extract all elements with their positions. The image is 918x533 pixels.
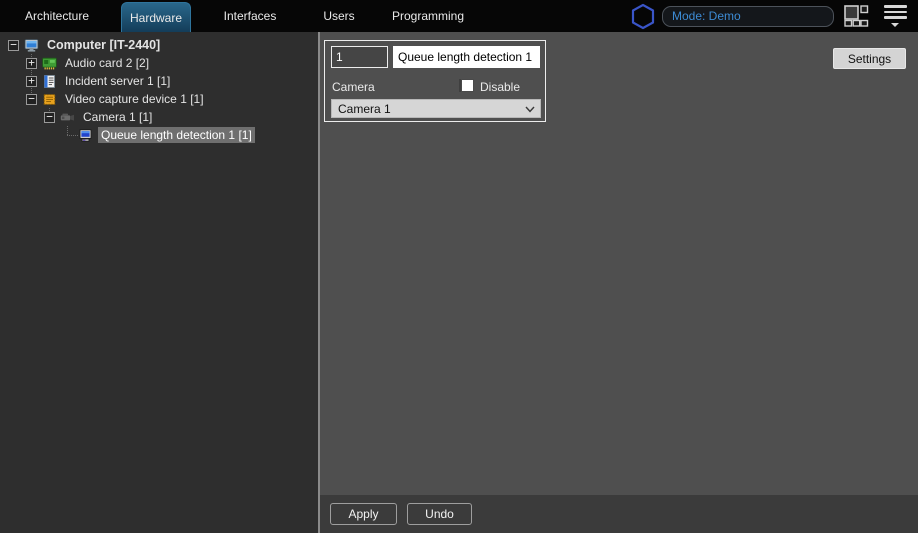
application-window: Architecture Hardware Interfaces Users P… <box>0 0 918 533</box>
camera-select-value: Camera 1 <box>338 101 391 116</box>
video-capture-icon <box>43 93 56 105</box>
tree-item-label[interactable]: Incident server 1 [1] <box>62 73 173 89</box>
audio-card-icon <box>42 57 57 69</box>
layout-grid-icon <box>844 5 869 27</box>
tree-item-computer[interactable]: − Computer [IT-2440] <box>0 36 318 54</box>
settings-panel: Camera Disable Camera 1 Settings Apply U… <box>320 32 918 533</box>
mode-label: Mode: Demo <box>672 9 741 23</box>
collapse-toggle-icon[interactable]: − <box>8 39 19 51</box>
tab-programming[interactable]: Programming <box>369 0 487 32</box>
tree-item-audio-card[interactable]: + Audio card 2 [2] <box>0 54 318 72</box>
tree-item-label[interactable]: Computer [IT-2440] <box>44 37 163 53</box>
tree-item-label[interactable]: Camera 1 [1] <box>80 109 155 125</box>
tab-interfaces[interactable]: Interfaces <box>191 0 309 32</box>
computer-icon <box>24 38 39 51</box>
camera-select[interactable]: Camera 1 <box>331 99 541 118</box>
hexagon-logo-icon <box>631 3 655 29</box>
chevron-down-icon <box>891 22 899 27</box>
settings-button[interactable]: Settings <box>833 48 906 69</box>
top-navbar: Architecture Hardware Interfaces Users P… <box>0 0 918 32</box>
collapse-toggle-icon[interactable]: − <box>26 93 37 105</box>
tab-users[interactable]: Users <box>309 0 369 32</box>
expand-toggle-icon[interactable]: + <box>26 75 37 87</box>
camera-label: Camera <box>332 80 375 94</box>
object-name-field[interactable] <box>393 46 540 68</box>
detection-settings-form: Camera Disable Camera 1 <box>324 40 546 122</box>
tree-item-video-capture-device[interactable]: − Video capture device 1 [1] <box>0 90 318 108</box>
tree-item-label[interactable]: Audio card 2 [2] <box>62 55 152 71</box>
tree-item-label[interactable]: Video capture device 1 [1] <box>62 91 207 107</box>
tab-architecture[interactable]: Architecture <box>0 0 114 32</box>
tree-item-camera[interactable]: − Camera 1 [1] <box>0 108 318 126</box>
device-tree-panel: − Computer [IT-2440] + Audio card 2 [2] … <box>0 32 318 533</box>
object-id-field[interactable] <box>331 46 388 68</box>
expand-toggle-icon[interactable]: + <box>26 57 37 69</box>
chevron-down-icon <box>525 106 535 113</box>
undo-button[interactable]: Undo <box>407 503 472 525</box>
detection-icon <box>79 128 92 142</box>
mode-indicator[interactable]: Mode: Demo <box>662 5 834 27</box>
collapse-toggle-icon[interactable]: − <box>44 111 55 123</box>
action-bar: Apply Undo <box>320 495 918 533</box>
tab-hardware[interactable]: Hardware <box>121 2 191 32</box>
disable-label: Disable <box>480 80 521 94</box>
hamburger-menu-button[interactable] <box>882 3 908 29</box>
tree-item-queue-length-detection[interactable]: Queue length detection 1 [1] <box>0 126 318 144</box>
apply-button[interactable]: Apply <box>330 503 397 525</box>
hamburger-menu-icon <box>883 5 907 8</box>
tree-item-incident-server[interactable]: + Incident server 1 [1] <box>0 72 318 90</box>
tree-item-label[interactable]: Queue length detection 1 [1] <box>98 127 255 143</box>
incident-server-icon <box>44 74 55 88</box>
layout-grid-button[interactable] <box>844 4 870 28</box>
camera-icon <box>60 113 74 121</box>
disable-checkbox[interactable] <box>461 79 474 92</box>
